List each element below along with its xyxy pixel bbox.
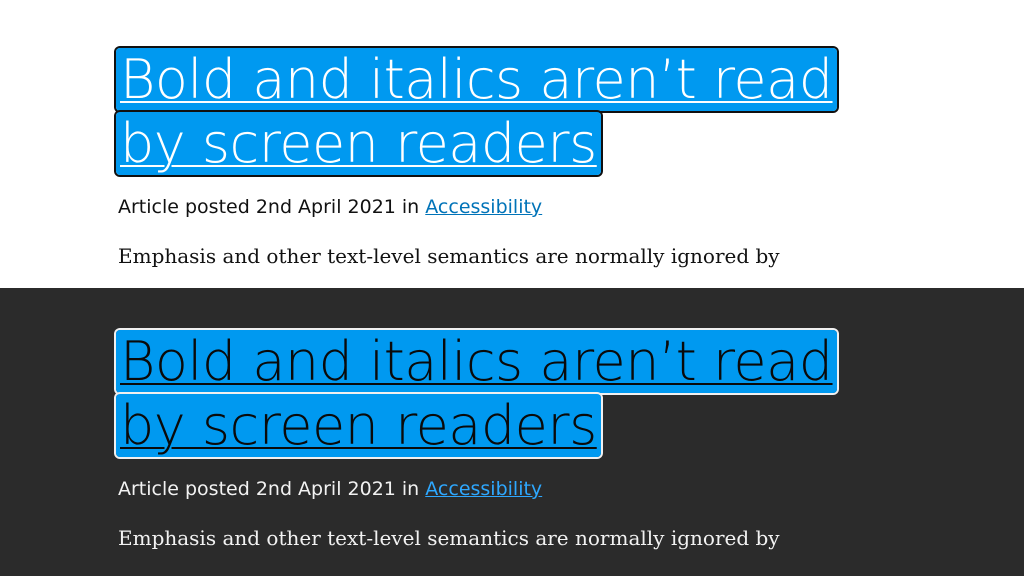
article-title: Bold and italics aren’t read by screen re… [116, 330, 848, 458]
article-preview: Bold and italics aren’t read by screen re… [116, 330, 858, 572]
title-line-2: by screen readers [120, 394, 597, 457]
category-link[interactable]: Accessibility [425, 478, 542, 500]
title-line-1: Bold and italics aren’t read [120, 48, 833, 111]
title-line-1: Bold and italics aren’t read [120, 330, 833, 393]
article-meta: Article posted 2nd April 2021 in Accessi… [118, 194, 858, 220]
dark-theme-panel: Bold and italics aren’t read by screen re… [0, 288, 1024, 576]
meta-text: Article posted 2nd April 2021 in [118, 196, 426, 218]
category-link[interactable]: Accessibility [425, 196, 542, 218]
article-excerpt: Emphasis and other text-level semantics … [118, 526, 780, 550]
article-meta: Article posted 2nd April 2021 in Accessi… [118, 476, 858, 502]
article-title: Bold and italics aren’t read by screen re… [116, 48, 848, 176]
article-title-link[interactable]: Bold and italics aren’t read by screen re… [116, 330, 837, 457]
article-preview: Bold and italics aren’t read by screen re… [116, 48, 858, 288]
article-excerpt: Emphasis and other text-level semantics … [118, 244, 780, 268]
article-title-link[interactable]: Bold and italics aren’t read by screen re… [116, 48, 837, 175]
light-theme-panel: Bold and italics aren’t read by screen re… [0, 0, 1024, 288]
title-line-2: by screen readers [120, 112, 597, 175]
meta-text: Article posted 2nd April 2021 in [118, 478, 426, 500]
